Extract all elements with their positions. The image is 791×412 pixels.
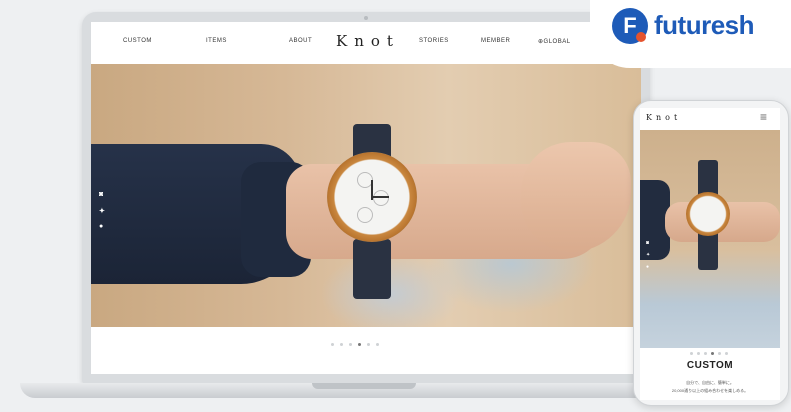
laptop-camera: [364, 16, 368, 20]
carousel-dots: [331, 343, 379, 346]
nav-items[interactable]: ITEMS: [206, 38, 227, 44]
carousel-dot[interactable]: [349, 343, 352, 346]
watch-icon: [327, 152, 417, 242]
phone-facebook-icon[interactable]: ●: [646, 264, 649, 270]
carousel-dot[interactable]: [340, 343, 343, 346]
carousel-dot[interactable]: [367, 343, 370, 346]
phone-carousel-dots: [690, 352, 728, 355]
carousel-dot[interactable]: [376, 343, 379, 346]
phone-screen: Knot ≡ ◙ ✦ ● CUSTOM 自分で、自由に、簡単に。 20,000通…: [640, 108, 780, 400]
laptop-screen: CUSTOM ITEMS ABOUT Knot STORIES MEMBER ⊕…: [91, 22, 641, 374]
facebook-icon[interactable]: ●: [99, 223, 103, 230]
instagram-icon[interactable]: ◙: [99, 191, 103, 198]
twitter-icon[interactable]: ✦: [99, 207, 105, 215]
phone-hero-image: ◙ ✦ ●: [640, 130, 780, 348]
laptop-notch: [312, 383, 416, 389]
phone-logo[interactable]: Knot: [646, 113, 681, 122]
phone-section-title: CUSTOM: [686, 360, 734, 371]
site-nav: CUSTOM ITEMS ABOUT Knot STORIES MEMBER ⊕…: [91, 22, 641, 64]
watch-strap-bottom: [353, 239, 391, 299]
hand-shape: [521, 142, 631, 252]
carousel-dot[interactable]: [331, 343, 334, 346]
carousel-dot-active[interactable]: [358, 343, 361, 346]
hamburger-icon[interactable]: ≡: [760, 110, 767, 124]
nav-member[interactable]: MEMBER: [481, 38, 510, 44]
nav-about[interactable]: ABOUT: [289, 38, 312, 44]
phone-copy-line1: 自分で、自由に、簡単に。: [686, 380, 734, 385]
nav-global[interactable]: ⊕GLOBAL: [538, 38, 571, 45]
nav-custom[interactable]: CUSTOM: [123, 38, 152, 44]
brand-name: futuresh: [654, 10, 755, 40]
brand-dot: [636, 32, 646, 42]
phone-instagram-icon[interactable]: ◙: [646, 240, 649, 246]
phone-twitter-icon[interactable]: ✦: [646, 252, 650, 258]
hero-image: ◙ ✦ ●: [91, 64, 641, 327]
nav-stories[interactable]: STORIES: [419, 38, 449, 44]
site-logo[interactable]: Knot: [336, 32, 400, 50]
phone-copy-line2: 20,000通り以上の組み合わせを楽しめる。: [671, 388, 749, 393]
